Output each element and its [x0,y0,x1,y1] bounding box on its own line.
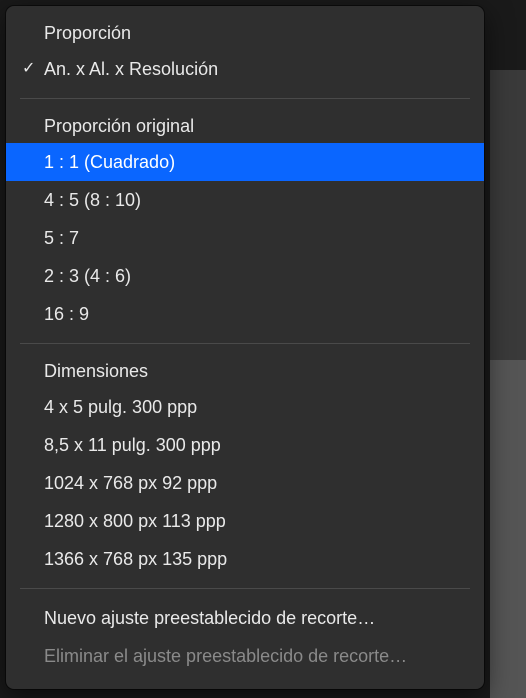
menu-item-delete-crop-preset: Eliminar el ajuste preestablecido de rec… [6,637,484,675]
check-icon: ✓ [22,61,44,77]
heading-label: Proporción original [44,116,194,137]
menu-item-dim-8-5x11[interactable]: 8,5 x 11 pulg. 300 ppp [6,426,484,464]
heading-label: Dimensiones [44,361,148,382]
menu-separator [20,343,470,344]
menu-item-label: 8,5 x 11 pulg. 300 ppp [44,435,221,456]
menu-item-ratio-4-5[interactable]: 4 : 5 (8 : 10) [6,181,484,219]
menu-heading-proportion: Proporción [6,16,484,50]
menu-item-label: 1280 x 800 px 113 ppp [44,511,226,532]
menu-item-label: Eliminar el ajuste preestablecido de rec… [44,646,407,667]
menu-item-label: 1366 x 768 px 135 ppp [44,549,227,570]
menu-item-ratio-1-1[interactable]: 1 : 1 (Cuadrado) [6,143,484,181]
heading-label: Proporción [44,23,131,44]
menu-item-label: 1 : 1 (Cuadrado) [44,152,175,173]
background-panel [490,70,526,360]
menu-heading-original-ratio[interactable]: Proporción original [6,109,484,143]
menu-separator [20,588,470,589]
background-panel-lower [490,360,526,698]
menu-item-ratio-5-7[interactable]: 5 : 7 [6,219,484,257]
menu-item-label: 4 x 5 pulg. 300 ppp [44,397,197,418]
menu-item-label: 16 : 9 [44,304,89,325]
menu-item-dim-1280x800[interactable]: 1280 x 800 px 113 ppp [6,502,484,540]
menu-item-ratio-16-9[interactable]: 16 : 9 [6,295,484,333]
menu-separator [20,98,470,99]
menu-heading-dimensions: Dimensiones [6,354,484,388]
menu-item-label: 1024 x 768 px 92 ppp [44,473,217,494]
menu-item-ratio-2-3[interactable]: 2 : 3 (4 : 6) [6,257,484,295]
menu-item-new-crop-preset[interactable]: Nuevo ajuste preestablecido de recorte… [6,599,484,637]
crop-preset-menu: Proporción ✓ An. x Al. x Resolución Prop… [6,6,484,689]
menu-item-dim-4x5[interactable]: 4 x 5 pulg. 300 ppp [6,388,484,426]
menu-item-wxh-resolution[interactable]: ✓ An. x Al. x Resolución [6,50,484,88]
menu-item-dim-1366x768[interactable]: 1366 x 768 px 135 ppp [6,540,484,578]
menu-item-label: 2 : 3 (4 : 6) [44,266,131,287]
menu-item-dim-1024x768[interactable]: 1024 x 768 px 92 ppp [6,464,484,502]
menu-item-label: 5 : 7 [44,228,79,249]
menu-item-label: An. x Al. x Resolución [44,59,218,80]
menu-item-label: 4 : 5 (8 : 10) [44,190,141,211]
menu-item-label: Nuevo ajuste preestablecido de recorte… [44,608,375,629]
